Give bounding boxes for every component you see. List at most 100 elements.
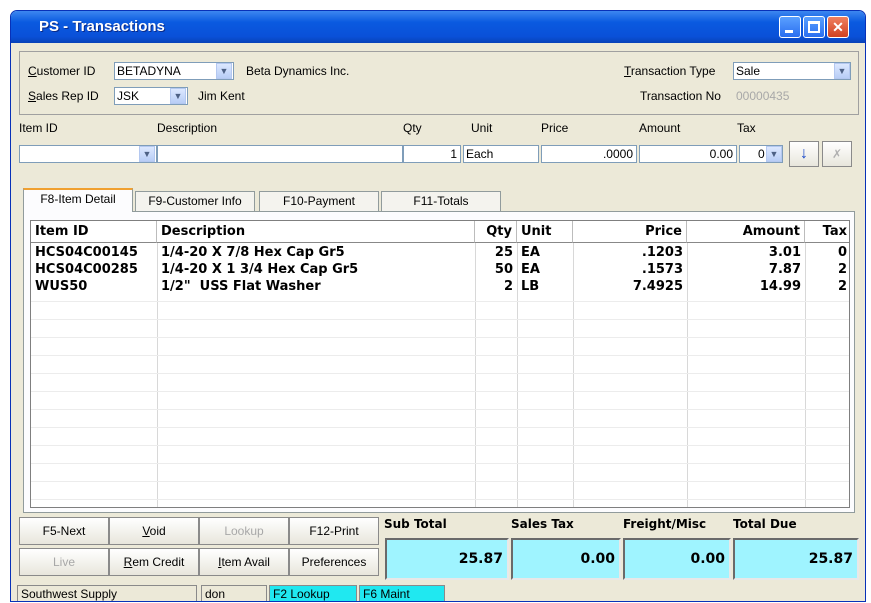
cell-unit[interactable]: LB bbox=[517, 279, 573, 295]
transaction-no-label: Transaction No bbox=[640, 89, 721, 103]
cell-amount[interactable]: 3.01 bbox=[687, 245, 805, 261]
transaction-type-label: Transaction Type bbox=[624, 64, 716, 78]
window-title: PS - Transactions bbox=[39, 18, 165, 35]
entry-description-field[interactable] bbox=[157, 145, 403, 163]
entry-tax-header: Tax bbox=[737, 121, 756, 135]
row-divider bbox=[31, 463, 849, 464]
status-lookup-key[interactable]: F2 Lookup bbox=[269, 585, 357, 601]
title-bar[interactable]: PS - Transactions ✕ bbox=[11, 11, 865, 43]
cell-amount[interactable]: 14.99 bbox=[687, 279, 805, 295]
minimize-icon bbox=[785, 30, 793, 33]
cell-item-id[interactable]: HCS04C00145 bbox=[31, 245, 157, 261]
entry-price-field[interactable]: .0000 bbox=[541, 145, 637, 163]
cell-item-id[interactable]: HCS04C00285 bbox=[31, 262, 157, 278]
row-divider bbox=[31, 391, 849, 392]
cell-description[interactable]: 1/4-20 X 7/8 Hex Cap Gr5 bbox=[157, 245, 475, 261]
cell-amount[interactable]: 7.87 bbox=[687, 262, 805, 278]
sales-tax-value: 0.00 bbox=[511, 538, 621, 580]
entry-item-id-field[interactable] bbox=[19, 145, 157, 163]
cell-item-id[interactable]: WUS50 bbox=[31, 279, 157, 295]
tab-item-detail[interactable]: F8-Item Detail bbox=[23, 188, 133, 212]
entry-description-header: Description bbox=[157, 121, 218, 135]
row-divider bbox=[31, 337, 849, 338]
freight-label: Freight/Misc bbox=[623, 517, 707, 531]
cell-price[interactable]: .1203 bbox=[573, 245, 687, 261]
row-divider bbox=[31, 409, 849, 410]
cell-price[interactable]: .1573 bbox=[573, 262, 687, 278]
item-avail-button[interactable]: Item Avail bbox=[199, 548, 289, 576]
preferences-button[interactable]: Preferences bbox=[289, 548, 379, 576]
row-divider bbox=[31, 319, 849, 320]
transactions-window: PS - Transactions ✕ Customer ID BETADYNA… bbox=[10, 10, 866, 602]
void-button[interactable]: Void bbox=[109, 517, 199, 545]
cell-qty[interactable]: 25 bbox=[475, 245, 517, 261]
entry-qty-field[interactable]: 1 bbox=[403, 145, 461, 163]
rem-credit-button[interactable]: Rem Credit bbox=[109, 548, 199, 576]
cell-description[interactable]: 1/4-20 X 1 3/4 Hex Cap Gr5 bbox=[157, 262, 475, 278]
customer-name: Beta Dynamics Inc. bbox=[246, 64, 350, 78]
col-header-item-id[interactable]: Item ID bbox=[31, 221, 157, 243]
col-header-tax[interactable]: Tax bbox=[805, 221, 849, 243]
lookup-button: Lookup bbox=[199, 517, 289, 545]
item-detail-panel: Item ID Description Qty Unit Price Amoun… bbox=[23, 211, 855, 513]
cell-unit[interactable]: EA bbox=[517, 262, 573, 278]
close-button[interactable]: ✕ bbox=[827, 16, 849, 38]
customer-id-dropdown[interactable]: ▼ bbox=[216, 63, 232, 79]
cell-qty[interactable]: 50 bbox=[475, 262, 517, 278]
row-divider bbox=[31, 355, 849, 356]
row-divider bbox=[31, 373, 849, 374]
cell-tax[interactable]: 0 bbox=[805, 245, 849, 261]
total-due-value: 25.87 bbox=[733, 538, 859, 580]
minimize-button[interactable] bbox=[779, 16, 801, 38]
tab-totals[interactable]: F11-Totals bbox=[381, 191, 501, 211]
customer-id-label: Customer ID bbox=[28, 64, 96, 78]
entry-unit-field[interactable]: Each bbox=[463, 145, 539, 163]
cell-tax[interactable]: 2 bbox=[805, 262, 849, 278]
sub-total-value: 25.87 bbox=[385, 538, 509, 580]
entry-tax-dropdown[interactable]: ▼ bbox=[766, 146, 782, 162]
close-icon: ✕ bbox=[832, 19, 844, 35]
cell-price[interactable]: 7.4925 bbox=[573, 279, 687, 295]
sales-rep-dropdown[interactable]: ▼ bbox=[170, 88, 186, 104]
freight-value: 0.00 bbox=[623, 538, 731, 580]
cell-tax[interactable]: 2 bbox=[805, 279, 849, 295]
sub-total-label: Sub Total bbox=[384, 517, 447, 531]
col-header-amount[interactable]: Amount bbox=[687, 221, 805, 243]
col-header-price[interactable]: Price bbox=[573, 221, 687, 243]
maximize-button[interactable] bbox=[803, 16, 825, 38]
item-grid[interactable]: Item ID Description Qty Unit Price Amoun… bbox=[30, 220, 850, 508]
add-line-button[interactable]: ↓ bbox=[789, 141, 819, 167]
sales-rep-label: Sales Rep ID bbox=[28, 89, 99, 103]
cell-qty[interactable]: 2 bbox=[475, 279, 517, 295]
col-header-qty[interactable]: Qty bbox=[475, 221, 517, 243]
row-divider bbox=[31, 427, 849, 428]
arrow-down-icon: ↓ bbox=[800, 145, 808, 162]
transaction-no-value: 00000435 bbox=[736, 89, 790, 103]
row-divider bbox=[31, 499, 849, 500]
col-header-description[interactable]: Description bbox=[157, 221, 475, 243]
status-company: Southwest Supply bbox=[17, 585, 197, 601]
entry-amount-field[interactable]: 0.00 bbox=[639, 145, 737, 163]
entry-unit-header: Unit bbox=[471, 121, 493, 135]
print-button[interactable]: F12-Print bbox=[289, 517, 379, 545]
tab-payment[interactable]: F10-Payment bbox=[259, 191, 379, 211]
tab-customer-info[interactable]: F9-Customer Info bbox=[135, 191, 255, 211]
live-button: Live bbox=[19, 548, 109, 576]
entry-price-header: Price bbox=[541, 121, 569, 135]
next-button[interactable]: F5-Next bbox=[19, 517, 109, 545]
cell-description[interactable]: 1/2" USS Flat Washer bbox=[157, 279, 475, 295]
row-divider bbox=[31, 301, 849, 302]
transaction-type-dropdown[interactable]: ▼ bbox=[834, 63, 850, 79]
total-due-label: Total Due bbox=[733, 517, 797, 531]
entry-item-id-dropdown[interactable]: ▼ bbox=[139, 146, 155, 162]
sales-tax-label: Sales Tax bbox=[511, 517, 574, 531]
cancel-icon: ✗ bbox=[831, 147, 843, 161]
col-header-unit[interactable]: Unit bbox=[517, 221, 573, 243]
status-maint-key[interactable]: F6 Maint bbox=[359, 585, 445, 601]
sales-rep-name: Jim Kent bbox=[198, 89, 245, 103]
entry-item-id-header: Item ID bbox=[19, 121, 58, 135]
entry-qty-header: Qty bbox=[403, 121, 422, 135]
entry-amount-header: Amount bbox=[639, 121, 681, 135]
customer-panel: Customer ID BETADYNA ▼ Beta Dynamics Inc… bbox=[19, 51, 859, 115]
cell-unit[interactable]: EA bbox=[517, 245, 573, 261]
